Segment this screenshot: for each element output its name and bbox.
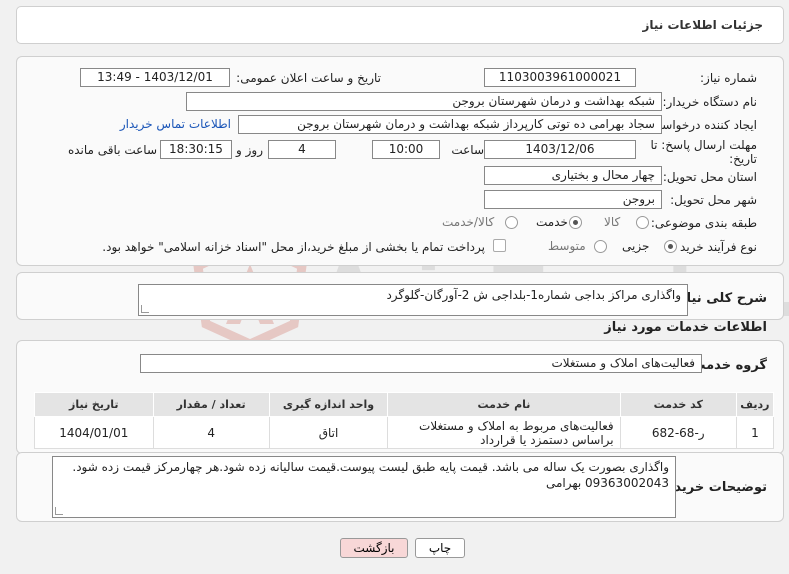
- service-group-field: فعالیت‌های املاک و مستغلات: [140, 354, 702, 373]
- column-index: ردیف: [735, 392, 775, 417]
- need-number-label: شماره نیاز:: [700, 71, 757, 85]
- city-label: شهر محل تحویل:: [670, 193, 757, 207]
- announce-datetime-field: 1403/12/01 - 13:49: [80, 68, 230, 87]
- deadline-time-field: 10:00: [372, 140, 440, 159]
- category-option-service: خدمت: [536, 215, 568, 229]
- process-radio-medium[interactable]: [594, 240, 607, 253]
- row-unit: اتاق: [268, 416, 389, 449]
- process-option-medium: متوسط: [548, 239, 586, 253]
- resize-handle-icon[interactable]: [141, 305, 149, 313]
- remaining-days-field: 4: [268, 140, 336, 159]
- buyer-notes-line1: واگذاری بصورت یک ساله می باشد. قیمت پایه…: [72, 460, 669, 474]
- deadline-date-field: 1403/12/06: [484, 140, 636, 159]
- row-name: فعالیت‌های مربوط به املاک و مستغلات براس…: [387, 416, 621, 449]
- category-radio-service[interactable]: [569, 216, 582, 229]
- column-code: کد خدمت: [619, 392, 737, 417]
- category-label: طبقه بندی موضوعی:: [650, 216, 757, 230]
- column-unit: واحد اندازه گیری: [268, 392, 389, 417]
- remaining-time-field: 18:30:15: [160, 140, 232, 159]
- page-title: جزئیات اطلاعات نیاز: [642, 18, 763, 32]
- row-index: 1: [735, 416, 775, 449]
- category-option-goods-service: کالا/خدمت: [442, 215, 495, 229]
- creator-field: سجاد بهرامی ده توتی کارپرداز شبکه بهداشت…: [238, 115, 662, 134]
- resize-handle-icon[interactable]: [55, 507, 63, 515]
- treasury-bonds-text: پرداخت تمام یا بخشی از مبلغ خرید،از محل …: [102, 240, 485, 254]
- process-label: نوع فرآیند خرید :: [672, 240, 757, 254]
- row-qty: 4: [152, 416, 270, 449]
- row-code: ر-68-682: [619, 416, 737, 449]
- deadline-label-line1: مهلت ارسال پاسخ: تا: [650, 138, 757, 152]
- print-button[interactable]: چاپ: [415, 538, 465, 558]
- table-header-row: ردیف کد خدمت نام خدمت واحد اندازه گیری ت…: [34, 392, 775, 417]
- treasury-bonds-checkbox[interactable]: [493, 239, 506, 252]
- buyer-org-field: شبکه بهداشت و درمان شهرستان بروجن: [186, 92, 662, 111]
- column-name: نام خدمت: [387, 392, 621, 417]
- process-option-minor: جزیی: [622, 239, 650, 253]
- process-radio-minor[interactable]: [664, 240, 677, 253]
- services-table: ردیف کد خدمت نام خدمت واحد اندازه گیری ت…: [34, 392, 775, 449]
- row-date: 1404/01/01: [34, 416, 154, 449]
- buyer-notes-line2: 09363002043 بهرامی: [545, 476, 669, 490]
- province-field: چهار محال و بختیاری: [484, 166, 662, 185]
- category-radio-goods-service[interactable]: [505, 216, 518, 229]
- city-field: بروجن: [484, 190, 662, 209]
- buyer-org-label: نام دستگاه خریدار:: [662, 95, 758, 109]
- deadline-time-label: ساعت: [451, 143, 484, 157]
- remaining-days-label: روز و: [236, 143, 263, 157]
- creator-label: ایجاد کننده درخواست:: [646, 118, 757, 132]
- back-button[interactable]: بازگشت: [340, 538, 408, 558]
- column-qty: تعداد / مقدار: [152, 392, 270, 417]
- info-panel: [16, 56, 784, 266]
- page-header: جزئیات اطلاعات نیاز: [16, 6, 784, 44]
- services-section-title: اطلاعات خدمات مورد نیاز: [604, 320, 767, 335]
- category-option-goods: کالا: [604, 215, 621, 229]
- table-row[interactable]: 1 ر-68-682 فعالیت‌های مربوط به املاک و م…: [34, 416, 775, 449]
- column-date: تاریخ نیاز: [34, 392, 154, 417]
- buyer-contact-link[interactable]: اطلاعات تماس خریدار: [120, 117, 231, 131]
- announce-datetime-label: تاریخ و ساعت اعلان عمومی:: [236, 71, 381, 85]
- description-text: واگذاری مراکز بداجی شماره1-بلداجی ش 2-آو…: [386, 288, 681, 302]
- deadline-label-line2: تاریخ:: [729, 152, 757, 166]
- province-label: استان محل تحویل:: [662, 170, 757, 184]
- category-radio-goods[interactable]: [636, 216, 649, 229]
- remaining-time-label: ساعت باقی مانده: [67, 143, 157, 157]
- need-number-field: 1103003961000021: [484, 68, 636, 87]
- buyer-notes-textarea[interactable]: واگذاری بصورت یک ساله می باشد. قیمت پایه…: [52, 456, 676, 518]
- description-textarea[interactable]: واگذاری مراکز بداجی شماره1-بلداجی ش 2-آو…: [138, 284, 688, 316]
